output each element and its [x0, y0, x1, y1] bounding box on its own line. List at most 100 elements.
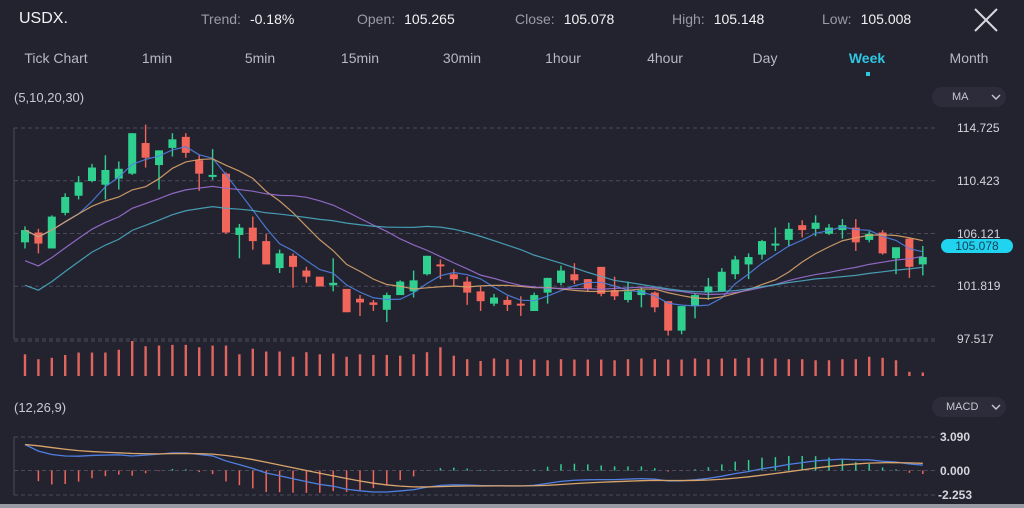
volume-bar — [466, 359, 469, 376]
candle-down — [436, 264, 445, 267]
candle-up — [61, 196, 70, 213]
candle-down — [315, 276, 324, 287]
volume-bar — [720, 358, 723, 376]
volume-bar — [586, 359, 589, 376]
candle-up — [918, 257, 927, 265]
volume-bar — [519, 359, 522, 376]
volume-bar — [90, 352, 94, 376]
volume-bar — [144, 346, 147, 376]
candle-up — [758, 241, 766, 255]
volume-bar — [399, 355, 402, 376]
candle-up — [155, 150, 163, 166]
candle-up — [88, 167, 96, 182]
volume-bar — [640, 358, 643, 376]
volume-bar — [278, 351, 281, 376]
volume-bar — [747, 357, 750, 376]
volume-bar — [653, 359, 656, 376]
y-tick-label: 101.819 — [957, 279, 1001, 294]
volume-bar — [37, 359, 40, 376]
candle-up — [423, 255, 431, 275]
candle-down — [302, 270, 311, 277]
volume-bar — [573, 359, 576, 376]
candle-up — [543, 277, 552, 293]
candle-up — [624, 291, 632, 300]
candle-down — [664, 301, 673, 331]
volume-bar — [265, 351, 268, 376]
volume-bar — [894, 360, 898, 376]
volume-bar — [533, 359, 536, 376]
candle-up — [557, 270, 565, 283]
ma30-line — [24, 206, 923, 293]
candle-down — [369, 302, 378, 305]
candle-up — [717, 271, 726, 292]
volume-bar — [626, 359, 630, 376]
volume-bar — [868, 356, 871, 376]
candle-up — [691, 295, 699, 307]
candle-up — [396, 281, 405, 296]
volume-bar — [50, 357, 53, 376]
candle-up — [490, 297, 498, 304]
volume-bar — [412, 354, 415, 376]
macd-tick-label: 0.000 — [940, 463, 971, 478]
volume-bar — [693, 358, 697, 376]
candle-down — [798, 225, 807, 231]
volume-bar — [707, 359, 710, 376]
candle-down — [289, 255, 297, 267]
volume-bar — [425, 352, 429, 376]
volume-bar — [452, 355, 455, 376]
volume-bar — [734, 358, 737, 376]
candle-up — [74, 182, 83, 196]
volume-bar — [613, 360, 616, 376]
bottom-divider — [0, 504, 1024, 508]
candle-up — [382, 295, 391, 310]
volume-bar — [171, 344, 174, 376]
volume-bar — [77, 352, 80, 376]
candle-up — [208, 174, 217, 177]
volume-bar — [224, 345, 228, 376]
volume-bar — [881, 357, 884, 376]
y-tick-label: 114.725 — [957, 121, 1000, 135]
volume-bar — [439, 347, 442, 376]
candle-down — [503, 299, 512, 305]
volume-bar — [492, 358, 496, 376]
volume-bar — [372, 355, 375, 376]
volume-bar — [238, 354, 241, 376]
candle-down — [262, 241, 271, 265]
candle-down — [181, 136, 190, 153]
candle-up — [409, 280, 418, 292]
candle-down — [34, 232, 43, 244]
volume-bar — [760, 358, 764, 376]
volume-bar — [211, 345, 214, 376]
candle-down — [141, 143, 150, 158]
candle-up — [47, 216, 56, 249]
volume-bar — [506, 359, 509, 376]
volume-bar — [291, 356, 295, 376]
candle-up — [235, 227, 244, 235]
volume-bar — [854, 359, 857, 376]
candle-up — [530, 295, 539, 312]
macd-tick-label: -2.253 — [938, 488, 973, 502]
candle-down — [449, 274, 458, 280]
candle-down — [570, 274, 579, 281]
candle-up — [892, 247, 900, 259]
candle-up — [784, 228, 793, 240]
volume-bar — [358, 354, 362, 376]
volume-bar — [479, 360, 482, 376]
candle-up — [101, 169, 110, 185]
volume-bar — [23, 354, 27, 376]
candle-up — [275, 253, 284, 269]
volume-bar — [787, 359, 790, 376]
volume-bar — [305, 352, 308, 376]
volume-bar — [117, 349, 120, 376]
candle-down — [342, 288, 351, 313]
volume-bar — [318, 354, 321, 376]
candlestick-chart[interactable] — [0, 0, 1024, 508]
volume-bar — [104, 352, 107, 376]
volume-bar — [814, 360, 817, 376]
volume-bar — [921, 372, 924, 376]
candle-down — [583, 279, 592, 289]
y-tick-label: 110.423 — [957, 173, 1000, 188]
volume-bar — [667, 359, 670, 376]
volume-bar — [559, 359, 563, 376]
volume-bar — [345, 356, 348, 376]
